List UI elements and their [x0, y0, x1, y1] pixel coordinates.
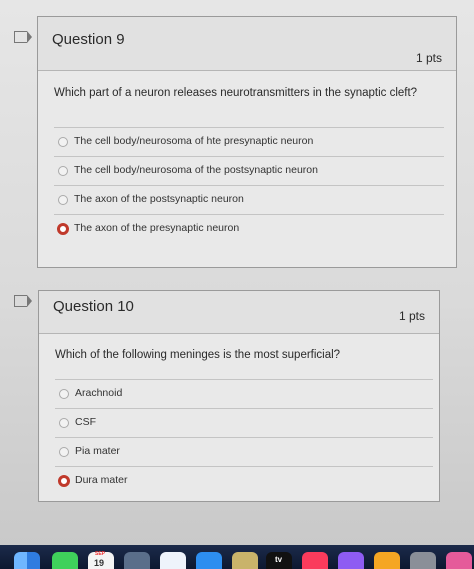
answer-list: The cell body/neurosoma of hte presynapt… — [54, 127, 444, 243]
calendar-icon[interactable]: SEP 19 — [88, 551, 114, 569]
reminders-icon[interactable] — [160, 552, 186, 569]
answer-list: Arachnoid CSF Pia mater Dura mater — [55, 379, 433, 495]
photos-icon[interactable] — [446, 552, 472, 569]
answer-label: Pia mater — [75, 445, 120, 457]
finder-icon[interactable] — [14, 552, 40, 569]
books-icon[interactable] — [338, 552, 364, 569]
music-icon[interactable] — [232, 552, 258, 569]
radio-button[interactable] — [58, 137, 68, 147]
radio-button-selected[interactable] — [57, 223, 69, 235]
answer-label: The cell body/neurosoma of the postsynap… — [74, 164, 318, 176]
question-title: Question 9 — [52, 31, 125, 48]
radio-button[interactable] — [59, 418, 69, 428]
answer-option[interactable]: The cell body/neurosoma of hte presynapt… — [54, 127, 444, 156]
flag-question-icon[interactable] — [14, 31, 32, 43]
app-store-icon[interactable] — [374, 552, 400, 569]
flag-question-icon[interactable] — [14, 295, 32, 307]
answer-option[interactable]: Pia mater — [55, 437, 433, 466]
answer-label: Arachnoid — [75, 387, 123, 399]
radio-button-selected[interactable] — [58, 475, 70, 487]
calendar-day: 19 — [94, 558, 105, 568]
answer-option[interactable]: CSF — [55, 408, 433, 437]
answer-option[interactable]: Arachnoid — [55, 379, 433, 408]
answer-label: The cell body/neurosoma of hte presynapt… — [74, 135, 314, 147]
tv-icon[interactable]: tv — [266, 552, 292, 569]
contacts-icon[interactable] — [124, 552, 150, 569]
radio-button[interactable] — [59, 389, 69, 399]
answer-label: The axon of the presynaptic neuron — [74, 222, 240, 234]
answer-label: CSF — [75, 416, 96, 428]
quiz-page: Question 9 1 pts Which part of a neuron … — [0, 0, 474, 545]
question-text: Which of the following meninges is the m… — [55, 349, 341, 361]
answer-label: The axon of the postsynaptic neuron — [74, 193, 244, 205]
answer-label: Dura mater — [75, 474, 128, 486]
question-text: Which part of a neuron releases neurotra… — [54, 87, 418, 99]
answer-option[interactable]: The cell body/neurosoma of the postsynap… — [54, 156, 444, 185]
answer-option[interactable]: The axon of the postsynaptic neuron — [54, 185, 444, 214]
question-card-9: Question 9 1 pts Which part of a neuron … — [37, 16, 457, 268]
dock: SEP 19 tv — [0, 545, 474, 569]
question-header: Question 9 1 pts — [38, 17, 456, 71]
settings-icon[interactable] — [410, 552, 436, 569]
question-points: 1 pts — [415, 51, 442, 65]
radio-button[interactable] — [58, 166, 68, 176]
question-title: Question 10 — [53, 298, 134, 315]
calendar-month: SEP — [95, 551, 106, 557]
answer-option-selected[interactable]: The axon of the presynaptic neuron — [54, 214, 444, 243]
question-points: 1 pts — [398, 309, 425, 323]
messages-icon[interactable] — [52, 552, 78, 569]
tv-label: tv — [275, 555, 283, 564]
question-card-10: Question 10 1 pts Which of the following… — [38, 290, 440, 502]
radio-button[interactable] — [58, 195, 68, 205]
answer-option-selected[interactable]: Dura mater — [55, 466, 433, 495]
question-header: Question 10 1 pts — [39, 291, 439, 334]
keynote-icon[interactable] — [196, 552, 222, 569]
radio-button[interactable] — [59, 447, 69, 457]
podcasts-icon[interactable] — [302, 552, 328, 569]
